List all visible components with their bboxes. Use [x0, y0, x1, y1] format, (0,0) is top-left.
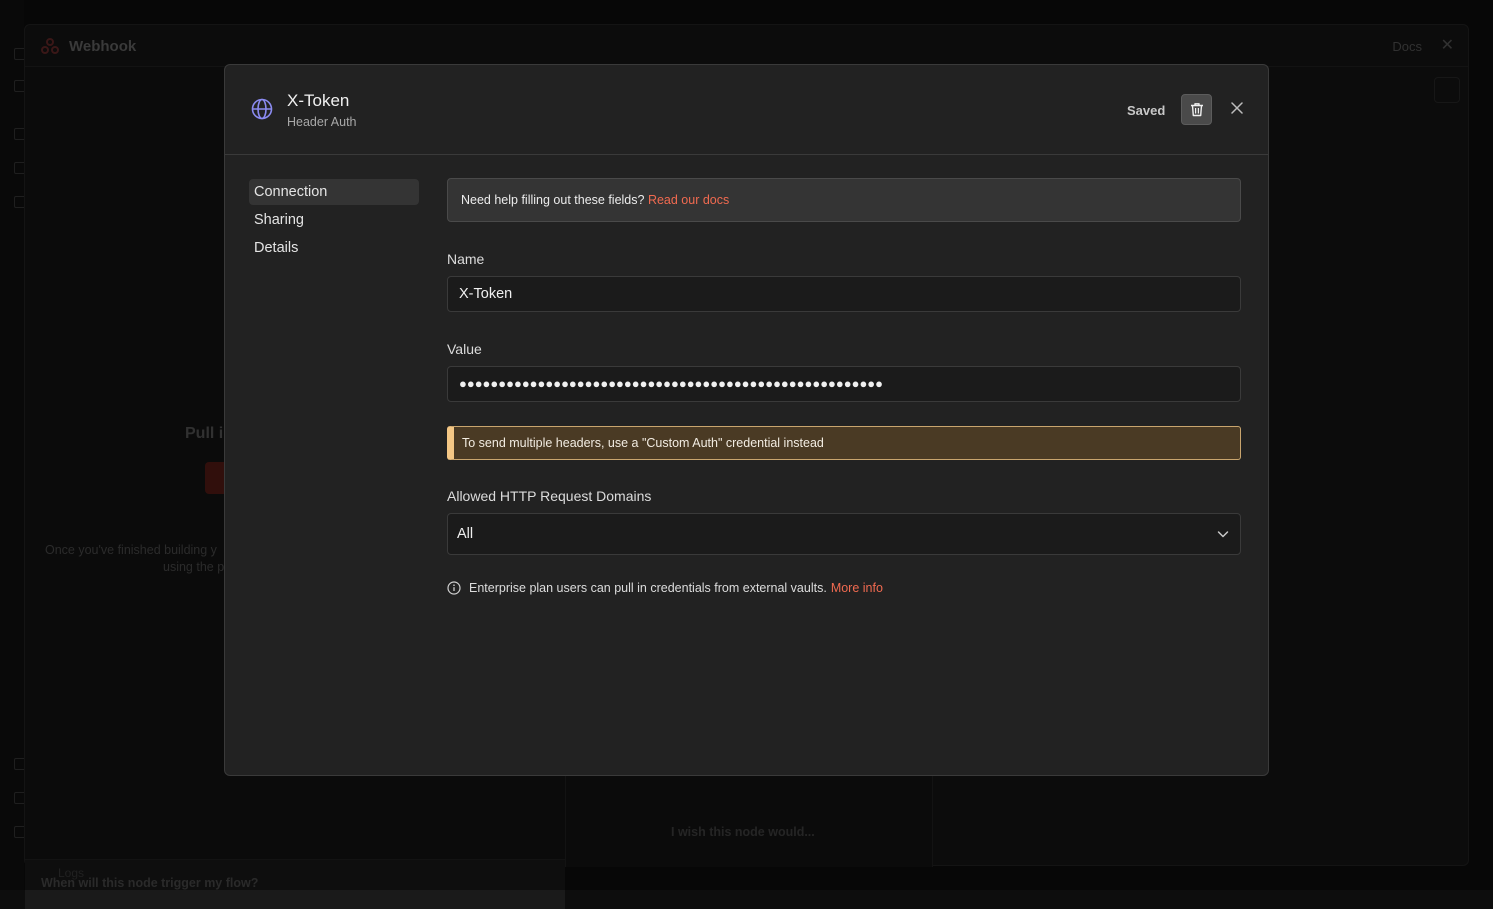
domains-select[interactable]: All [447, 513, 1241, 555]
multiple-headers-warning: To send multiple headers, use a "Custom … [447, 426, 1241, 460]
external-vaults-info: Enterprise plan users can pull in creden… [447, 579, 883, 597]
name-input[interactable]: X-Token [447, 276, 1241, 312]
name-label: Name [447, 251, 485, 267]
info-icon [447, 581, 461, 595]
read-docs-link[interactable]: Read our docs [648, 193, 729, 207]
credential-modal: X-Token Header Auth Saved Connection Sha… [224, 64, 1269, 776]
nav-item-details[interactable]: Details [249, 235, 419, 261]
chevron-down-icon [1217, 531, 1229, 538]
value-label: Value [447, 341, 482, 357]
info-text: Enterprise plan users can pull in creden… [469, 581, 827, 595]
credential-title[interactable]: X-Token [287, 91, 349, 111]
help-text: Need help filling out these fields? [461, 193, 645, 207]
globe-icon [251, 98, 273, 120]
credential-type: Header Auth [287, 115, 357, 129]
domains-label: Allowed HTTP Request Domains [447, 488, 652, 504]
nav-item-sharing[interactable]: Sharing [249, 207, 419, 233]
credential-nav: Connection Sharing Details [249, 179, 419, 263]
saved-status: Saved [1127, 103, 1166, 118]
more-info-link[interactable]: More info [831, 581, 883, 595]
trash-icon [1190, 103, 1203, 117]
value-input[interactable]: ●●●●●●●●●●●●●●●●●●●●●●●●●●●●●●●●●●●●●●●●… [447, 366, 1241, 402]
close-button[interactable] [1227, 98, 1247, 118]
nav-item-connection[interactable]: Connection [249, 179, 419, 205]
help-banner: Need help filling out these fields? Read… [447, 178, 1241, 222]
close-icon [1231, 102, 1243, 114]
delete-button[interactable] [1181, 94, 1212, 125]
domains-selected-value: All [457, 526, 474, 542]
modal-header: X-Token Header Auth Saved [225, 65, 1268, 155]
